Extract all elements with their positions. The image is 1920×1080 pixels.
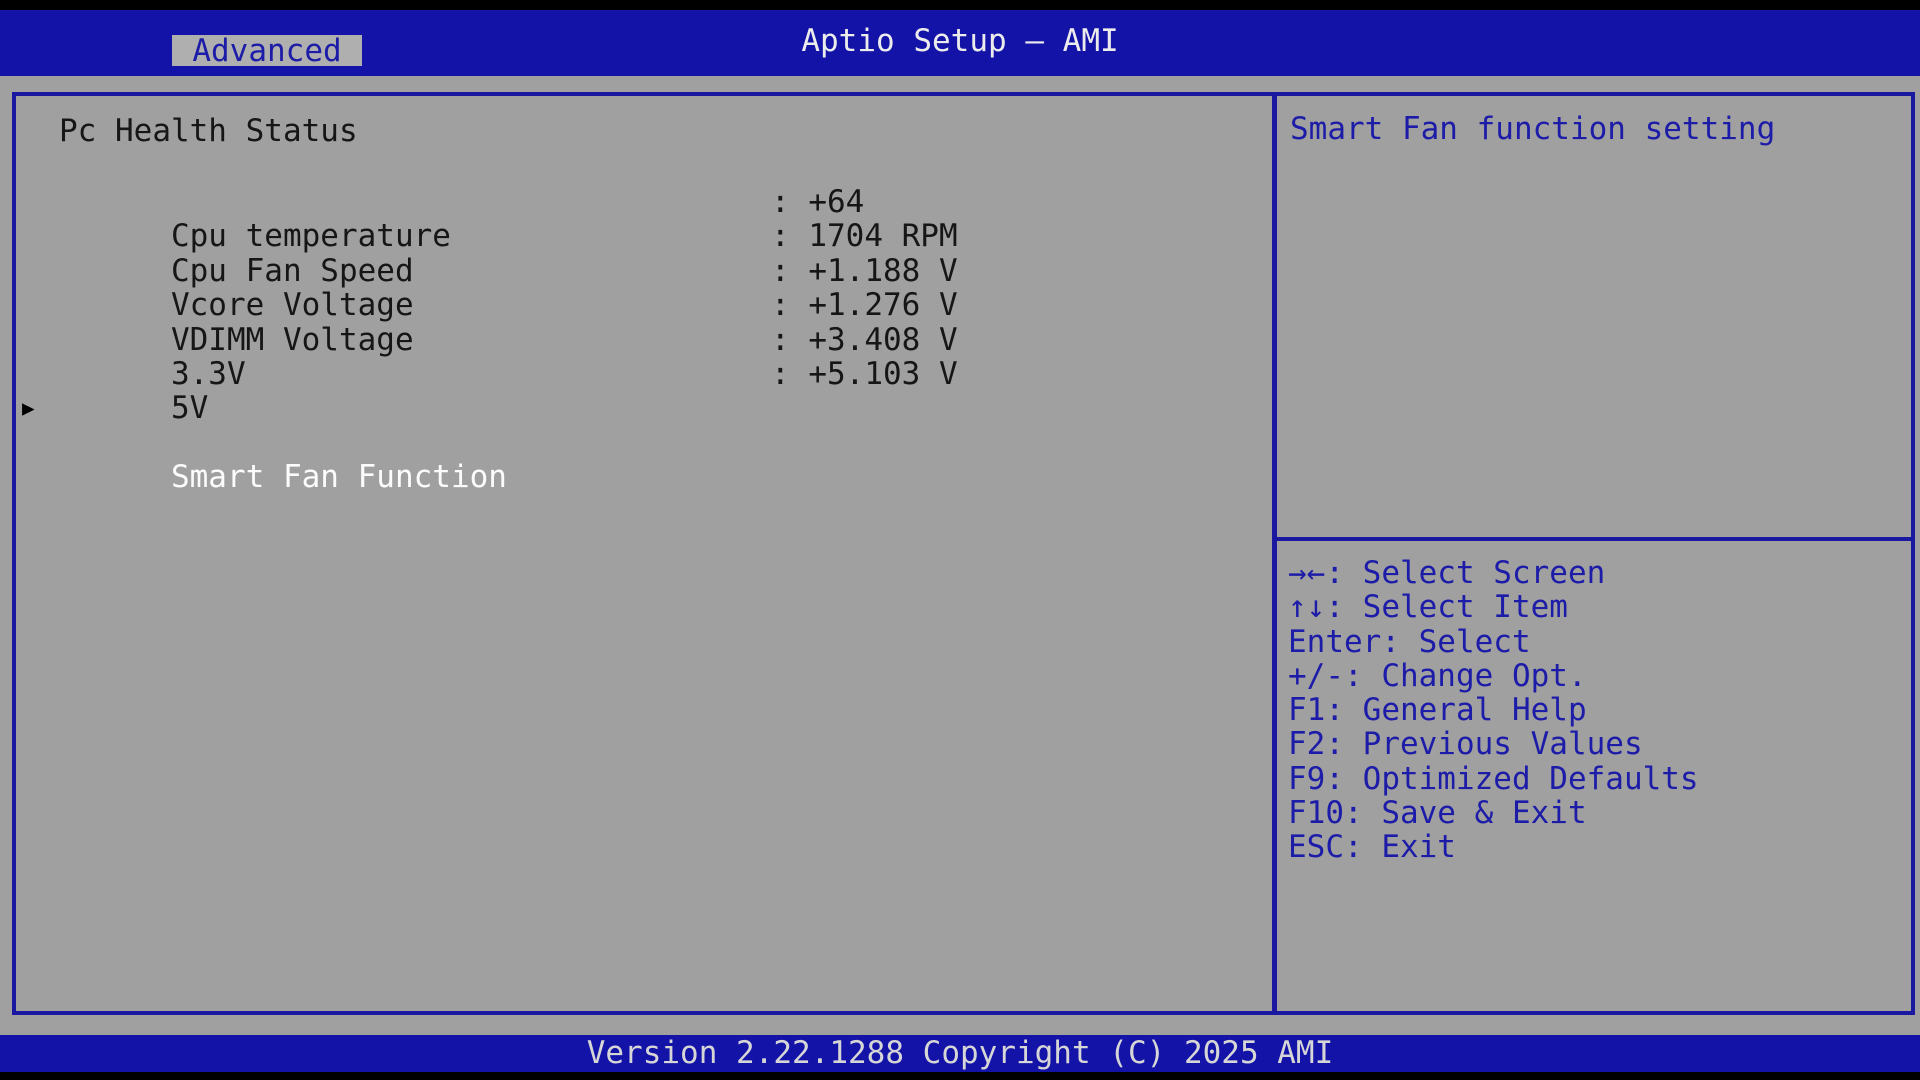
separator: :	[771, 355, 809, 392]
separator: :	[771, 184, 809, 220]
sensor-row: VDIMM Voltage : +1.276 V	[59, 287, 1239, 357]
key-hint-change-opt: +/-: Change Opt.	[1288, 657, 1587, 694]
menu-item-label: Smart Fan Function	[170, 459, 507, 496]
sensor-value: : +1.188 V	[771, 252, 958, 289]
sensor-row: Cpu temperature : +64	[59, 184, 1239, 254]
sensor-value: : +64	[771, 184, 865, 220]
key-hint-select-item: ↑↓: Select Item	[1288, 589, 1568, 626]
panel-divider-vertical	[1272, 92, 1277, 1015]
key-hint-enter: Enter: Select	[1288, 623, 1531, 660]
tab-advanced[interactable]: Advanced	[172, 35, 362, 67]
help-divider-horizontal	[1276, 537, 1915, 541]
version-bar: Version 2.22.1288 Copyright (C) 2025 AMI	[0, 1035, 1920, 1072]
sensor-row: Vcore Voltage : +1.188 V	[59, 252, 1239, 323]
key-hint-f9: F9: Optimized Defaults	[1288, 760, 1699, 797]
sensor-row: 3.3V : +3.408 V	[59, 321, 1239, 391]
separator: :	[771, 321, 809, 358]
menu-item-smart-fan-function[interactable]: ▶ Smart Fan Function	[22, 391, 1239, 494]
sensor-row: 5V : +5.103 V	[59, 355, 1239, 426]
section-title: Pc Health Status	[59, 113, 358, 149]
key-hints: →←: Select Screen ↑↓: Select Item Enter:…	[1288, 556, 1908, 865]
key-hint-f10: F10: Save & Exit	[1288, 795, 1587, 832]
separator: :	[771, 252, 809, 289]
bios-screen: Aptio Setup — AMI Advanced Pc Health Sta…	[0, 0, 1920, 1080]
sensor-value: : +3.408 V	[771, 321, 958, 358]
separator: :	[771, 218, 809, 255]
key-hint-f1: F1: General Help	[1288, 692, 1587, 729]
sensor-row: Cpu Fan Speed : 1704 RPM	[59, 218, 1239, 288]
help-text: Smart Fan function setting	[1290, 111, 1776, 147]
submenu-arrow-icon: ▶	[22, 396, 35, 421]
key-hint-select-screen: →←: Select Screen	[1288, 555, 1606, 591]
separator: :	[771, 287, 809, 324]
sensor-list: Cpu temperature : +64 Cpu Fan Speed : 17…	[22, 184, 1239, 495]
key-hint-f2: F2: Previous Values	[1288, 726, 1643, 763]
sensor-value: : +1.276 V	[771, 287, 958, 324]
sensor-value: : 1704 RPM	[771, 218, 958, 255]
sensor-value: : +5.103 V	[771, 355, 958, 392]
key-hint-esc: ESC: Exit	[1288, 829, 1456, 866]
